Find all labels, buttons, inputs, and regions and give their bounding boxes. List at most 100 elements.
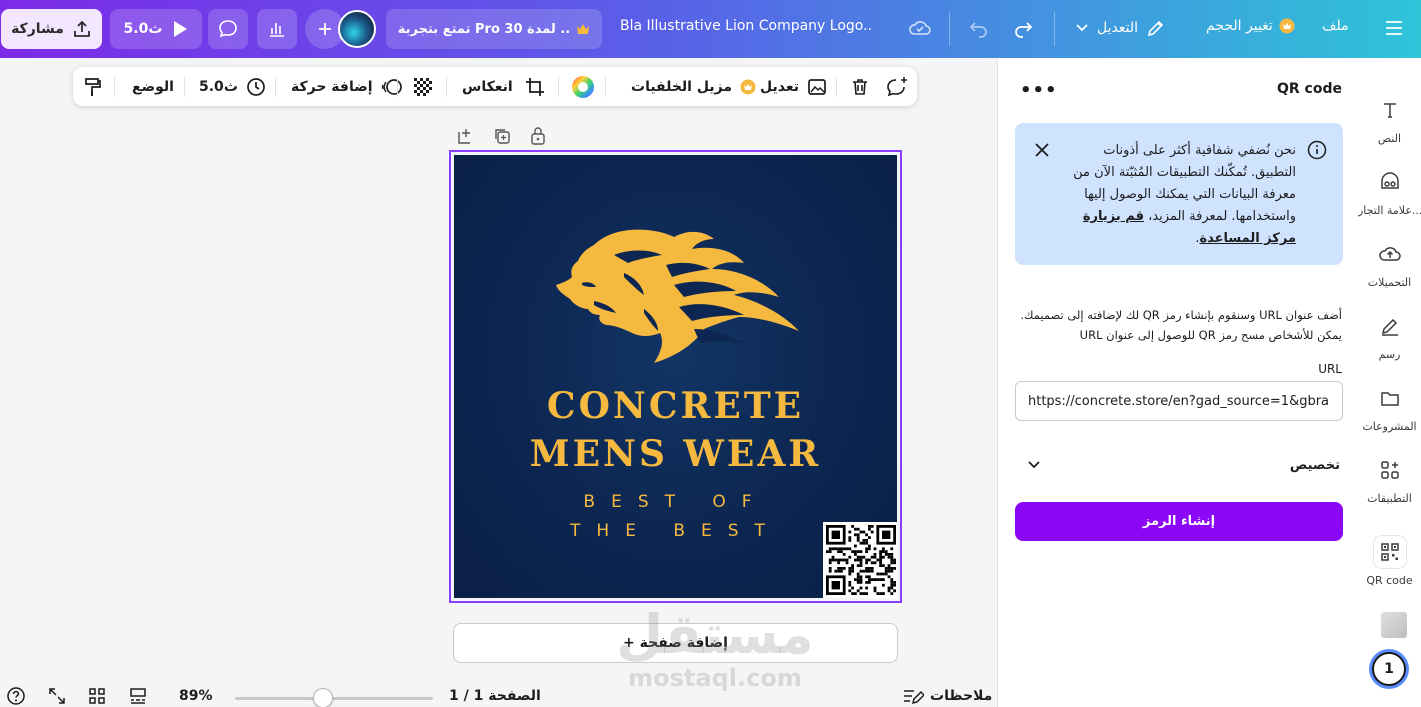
edit-menu[interactable]: التعديل <box>1075 18 1166 38</box>
logo-design[interactable]: CONCRETE MENS WEAR BEST OF THE BEST <box>454 155 897 598</box>
plus-icon <box>317 21 333 37</box>
crown-icon <box>576 23 590 35</box>
crown-icon <box>1279 18 1295 34</box>
pro-label: تمتع بتجربة Pro لمدة 30 .. <box>397 21 571 37</box>
copy-style-button[interactable] <box>83 67 103 106</box>
background-remover-button[interactable]: مزيل الخلفيات <box>631 67 756 106</box>
edit-menu-label: التعديل <box>1097 20 1138 36</box>
help-icon[interactable] <box>6 684 26 707</box>
hamburger-menu-icon[interactable] <box>1384 19 1404 37</box>
add-comment-icon[interactable] <box>885 67 909 106</box>
document-title[interactable]: Bla Illustrative Lion Company Logo.. <box>620 18 872 34</box>
duplicate-page-icon[interactable] <box>493 127 511 145</box>
notification-badge[interactable]: 1 <box>1372 652 1406 686</box>
insights-button[interactable] <box>257 9 297 49</box>
pro-trial-button[interactable]: تمتع بتجربة Pro لمدة 30 .. <box>386 9 602 49</box>
lion-head-illustration <box>556 229 799 363</box>
info-icon <box>1307 140 1327 160</box>
folder-icon <box>1374 382 1406 414</box>
pencil-icon <box>1146 18 1166 38</box>
sidebar-item-projects[interactable]: المشروعات <box>1358 382 1421 433</box>
image-edit-icon <box>807 77 829 97</box>
share-button[interactable]: مشاركة <box>1 9 102 49</box>
sidebar-item-text[interactable]: النص <box>1358 94 1421 145</box>
brand-name-line-2: MENS WEAR <box>529 433 822 475</box>
cloud-sync-icon[interactable] <box>908 18 932 38</box>
comment-button[interactable] <box>208 9 248 49</box>
page-indicator[interactable]: الصفحة 1 / 1 <box>449 684 541 707</box>
redo-icon[interactable] <box>1013 18 1035 38</box>
panel-title: QR code <box>1277 81 1342 97</box>
flip-button[interactable]: انعكاس <box>462 67 513 106</box>
selected-design-frame[interactable]: CONCRETE MENS WEAR BEST OF THE BEST <box>449 150 902 603</box>
sidebar-label: المشروعات <box>1362 420 1417 433</box>
animation-icon <box>381 77 403 97</box>
upload-icon <box>72 19 92 39</box>
add-page-button[interactable]: + إضافة صفحة <box>453 623 898 663</box>
duration-button[interactable]: 5.0ث <box>199 67 266 106</box>
edit-image-button[interactable]: تعديل <box>760 67 829 106</box>
fullscreen-icon[interactable] <box>47 684 67 707</box>
notes-label: ملاحظات <box>930 687 993 704</box>
position-button[interactable]: الوضع <box>132 67 174 106</box>
sidebar-item-draw[interactable]: رسم <box>1358 310 1421 361</box>
paint-roller-icon <box>83 76 103 98</box>
generate-code-button[interactable]: إنشاء الرمز <box>1015 502 1343 541</box>
avatar[interactable] <box>338 10 376 48</box>
qr-code-panel: QR code ••• نحن نُضفي شفافية أكثر على أذ… <box>997 58 1358 707</box>
edit-label: تعديل <box>760 78 799 95</box>
sidebar-label: التحميلات <box>1367 276 1412 289</box>
divider <box>605 77 606 97</box>
animate-button[interactable]: إضافة حركة <box>291 67 403 106</box>
grid-view-icon[interactable] <box>87 684 107 707</box>
animate-label: إضافة حركة <box>291 78 373 95</box>
pages-view-icon[interactable] <box>128 684 148 707</box>
divider <box>558 77 559 97</box>
tagline-line-1: BEST OF <box>583 492 768 512</box>
bottom-bar: 89% الصفحة 1 / 1 ملاحظات <box>0 684 997 707</box>
notes-button[interactable]: ملاحظات <box>902 684 992 707</box>
sidebar-item-brand[interactable]: علامة التجار... <box>1358 166 1421 217</box>
lock-icon[interactable] <box>529 126 547 146</box>
resize-label: تغيير الحجم <box>1206 18 1273 34</box>
app-thumbnail[interactable] <box>1381 612 1407 638</box>
draw-icon <box>1374 310 1406 342</box>
duration-label: 5.0ث <box>199 78 238 95</box>
sidebar-item-apps[interactable]: التطبيقات <box>1358 454 1421 505</box>
divider <box>949 12 950 46</box>
chevron-down-icon <box>1027 460 1041 470</box>
divider <box>184 77 185 97</box>
present-button[interactable]: 5.0ث <box>110 9 202 49</box>
sidebar-item-uploads[interactable]: التحميلات <box>1358 238 1421 289</box>
sidebar-label: رسم <box>1378 348 1401 361</box>
sidebar-item-qr-code[interactable]: QR code <box>1358 536 1421 587</box>
color-wheel-icon[interactable] <box>571 67 595 106</box>
add-page-icon[interactable] <box>457 127 475 145</box>
trash-icon[interactable] <box>850 67 870 106</box>
crop-icon[interactable] <box>525 67 545 106</box>
divider <box>1054 12 1055 46</box>
file-menu[interactable]: ملف <box>1322 18 1349 34</box>
zoom-slider-track[interactable] <box>235 697 433 700</box>
divider <box>397 77 398 97</box>
qr-code-icon <box>1373 536 1406 568</box>
info-banner: نحن نُضفي شفافية أكثر على أذونات التطبيق… <box>1015 123 1343 265</box>
zoom-slider-handle[interactable] <box>313 688 333 707</box>
url-label: URL <box>1318 362 1342 376</box>
divider <box>446 77 447 97</box>
zoom-level[interactable]: 89% <box>179 684 213 707</box>
comment-icon <box>217 18 239 40</box>
more-options-icon[interactable]: ••• <box>1020 80 1058 101</box>
close-icon[interactable] <box>1033 141 1051 159</box>
play-time: 5.0ث <box>123 21 163 37</box>
qr-code-image[interactable] <box>823 522 897 598</box>
description-line-1: أضف عنوان URL وسنقوم بإنشاء رمز QR لك لإ… <box>1020 308 1342 322</box>
text-icon <box>1374 94 1406 126</box>
element-toolbar: الوضع 5.0ث إضافة حركة انعكاس مزيل الخلفي… <box>73 67 917 106</box>
transparency-icon[interactable] <box>412 67 434 106</box>
url-input[interactable] <box>1015 381 1343 421</box>
crown-icon <box>740 79 756 95</box>
resize-button[interactable]: تغيير الحجم <box>1206 18 1295 34</box>
customize-toggle[interactable]: تخصيص <box>1015 451 1343 479</box>
undo-icon[interactable] <box>967 18 989 38</box>
